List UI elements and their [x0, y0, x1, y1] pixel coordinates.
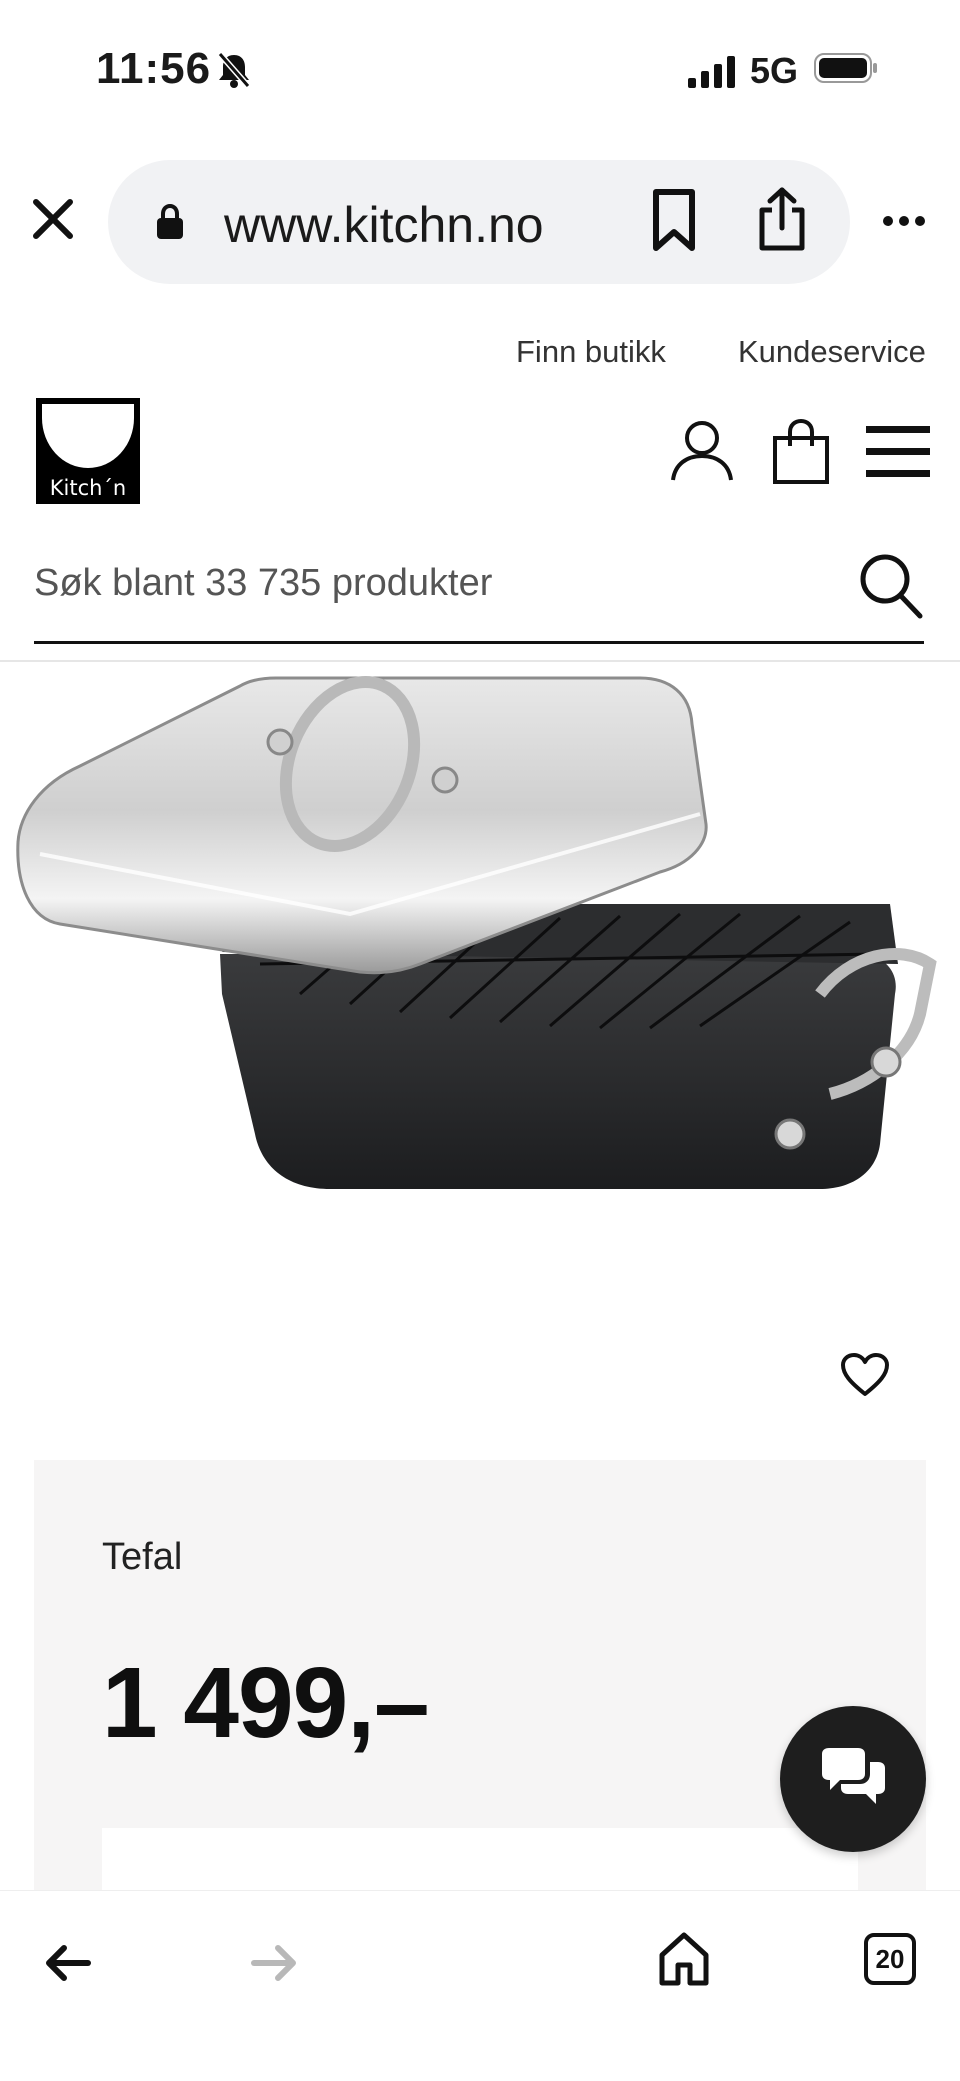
customer-service-link[interactable]: Kundeservice: [738, 334, 926, 370]
status-time: 11:56: [96, 44, 212, 93]
logo-cup-shape: [42, 404, 134, 468]
arrow-right-icon[interactable]: [250, 1943, 298, 1983]
kitchn-logo[interactable]: Kitch´n: [36, 398, 140, 504]
chat-icon: [822, 1748, 885, 1804]
search-icon[interactable]: [858, 552, 924, 620]
shopping-bag-icon[interactable]: [772, 418, 830, 484]
bookmark-icon[interactable]: [650, 188, 698, 252]
product-info-card: Tefal 1 499,–: [34, 1460, 926, 1890]
close-icon[interactable]: [30, 196, 76, 242]
product-brand[interactable]: Tefal: [102, 1536, 182, 1579]
chat-button[interactable]: [780, 1706, 926, 1852]
hamburger-menu-icon[interactable]: [866, 424, 930, 478]
more-icon[interactable]: [882, 214, 926, 228]
arrow-left-icon[interactable]: [44, 1943, 92, 1983]
tabs-icon[interactable]: 20: [864, 1933, 916, 1985]
product-options-panel: [102, 1828, 858, 1890]
share-icon[interactable]: [756, 186, 808, 252]
signal-icon: [688, 56, 735, 88]
battery-icon: [814, 53, 877, 83]
browser-bottom-nav: 20: [0, 1890, 960, 2081]
search-placeholder: Søk blant 33 735 produkter: [34, 562, 493, 604]
network-label: 5G: [750, 50, 799, 91]
search-input[interactable]: Søk blant 33 735 produkter: [34, 546, 924, 644]
logo-text: Kitch´n: [49, 476, 127, 500]
status-bar: 11:56 5G: [0, 0, 960, 140]
header-divider: [0, 660, 960, 662]
product-price: 1 499,–: [102, 1647, 430, 1759]
lock-icon: [157, 204, 183, 239]
product-image[interactable]: [0, 664, 960, 1244]
user-icon[interactable]: [670, 420, 734, 482]
home-icon[interactable]: [658, 1931, 710, 1987]
bell-slash-icon: [217, 52, 251, 88]
find-store-link[interactable]: Finn butikk: [516, 334, 666, 370]
url-text[interactable]: www.kitchn.no: [224, 196, 544, 254]
heart-icon[interactable]: [840, 1352, 890, 1398]
